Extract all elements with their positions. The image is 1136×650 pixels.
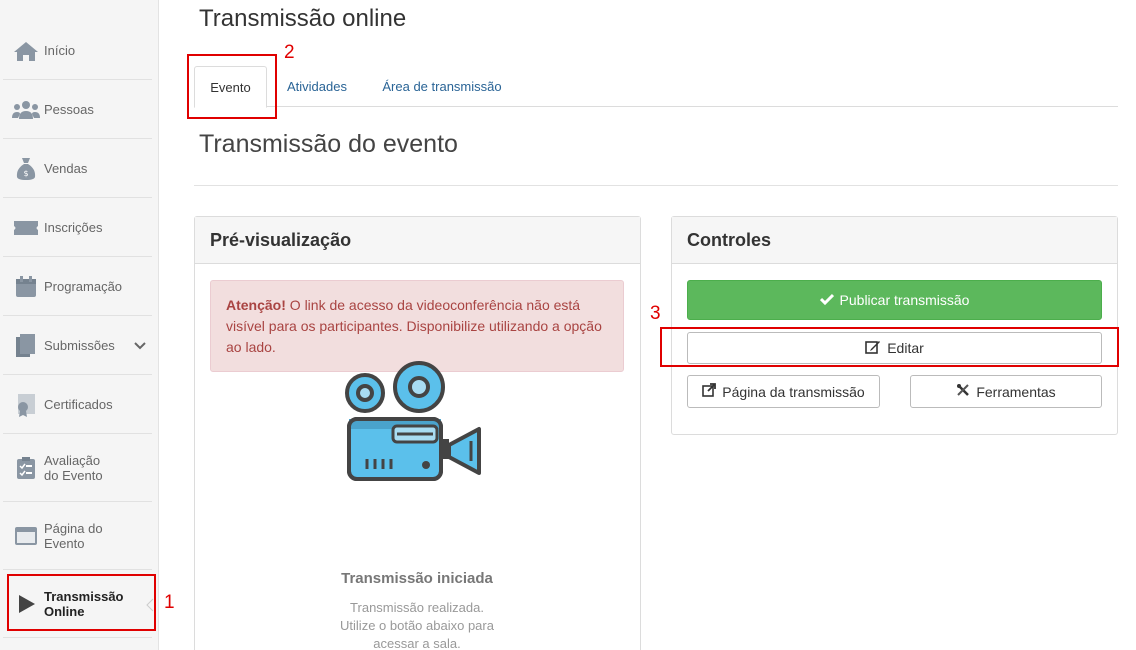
section-title: Transmissão do evento xyxy=(199,130,458,158)
annotation-label-2: 2 xyxy=(284,42,295,63)
sidebar-item-label: Vendas xyxy=(44,161,88,176)
check-icon xyxy=(819,292,834,308)
label-line-1: Avaliação xyxy=(44,453,101,468)
annotation-label-1: 1 xyxy=(164,592,175,613)
browser-window-icon xyxy=(11,521,41,551)
divider xyxy=(194,185,1118,186)
publish-button[interactable]: Publicar transmissão xyxy=(687,280,1102,320)
sidebar-item-label: Avaliação do Evento xyxy=(44,453,103,483)
certificate-icon xyxy=(11,390,41,420)
annotation-box-3 xyxy=(660,327,1119,367)
sidebar-item-certificados[interactable]: Certificados xyxy=(3,376,152,434)
chevron-down-icon[interactable] xyxy=(134,337,146,355)
status-description: Transmissão realizada. Utilize o botão a… xyxy=(195,599,639,650)
svg-text:$: $ xyxy=(23,169,28,178)
documents-icon xyxy=(11,331,41,361)
status-title: Transmissão iniciada xyxy=(341,570,493,587)
sidebar: Início Pessoas $ Vendas Inscrições Progr… xyxy=(0,0,159,650)
sidebar-item-label: Página do Evento xyxy=(44,521,103,551)
tab-atividades[interactable]: Atividades xyxy=(280,66,354,107)
transmission-page-button[interactable]: Página da transmissão xyxy=(687,375,880,408)
home-icon xyxy=(11,36,41,66)
alert-strong: Atenção! xyxy=(226,297,286,313)
annotation-box-2 xyxy=(187,54,277,119)
ticket-icon xyxy=(11,213,41,243)
checklist-icon xyxy=(11,453,41,483)
status-line-2: Utilize o botão abaixo para xyxy=(340,618,494,633)
status-line-1: Transmissão realizada. xyxy=(350,600,484,615)
sidebar-item-submissoes[interactable]: Submissões xyxy=(3,317,152,375)
label-line-2: do Evento xyxy=(44,468,103,483)
sidebar-item-pagina-evento[interactable]: Página do Evento xyxy=(3,503,152,570)
sidebar-item-inicio[interactable]: Início xyxy=(3,22,152,80)
tab-bar: Evento Atividades Área de transmissão xyxy=(194,66,1118,108)
publish-label: Publicar transmissão xyxy=(839,292,970,308)
sidebar-item-label: Programação xyxy=(44,279,123,294)
transmission-page-label: Página da transmissão xyxy=(722,383,865,400)
money-bag-icon: $ xyxy=(11,154,41,184)
status-line-3: acessar a sala. xyxy=(373,636,461,650)
annotation-label-3: 3 xyxy=(650,303,661,324)
sidebar-item-programacao[interactable]: Programação xyxy=(3,258,152,316)
sidebar-item-inscricoes[interactable]: Inscrições xyxy=(3,199,152,257)
tools-button[interactable]: Ferramentas xyxy=(910,375,1102,408)
sidebar-item-pessoas[interactable]: Pessoas xyxy=(3,81,152,139)
sidebar-item-label: Início xyxy=(44,43,76,58)
tab-area-transmissao[interactable]: Área de transmissão xyxy=(376,66,508,107)
tools-icon xyxy=(956,383,970,400)
calendar-icon xyxy=(11,272,41,302)
sidebar-item-label: Submissões xyxy=(44,338,115,353)
sidebar-item-label: Certificados xyxy=(44,397,113,412)
tools-label: Ferramentas xyxy=(976,383,1056,400)
sidebar-item-label: Inscrições xyxy=(44,220,103,235)
sidebar-item-avaliacao[interactable]: Avaliação do Evento xyxy=(3,435,152,502)
label-line-2: Evento xyxy=(44,536,85,551)
sidebar-item-label: Pessoas xyxy=(44,102,94,117)
page-title: Transmissão online xyxy=(199,5,407,32)
video-camera-icon xyxy=(345,361,487,487)
preview-panel: Pré-visualização Atenção! O link de aces… xyxy=(194,216,641,650)
label-line-1: Página do xyxy=(44,521,103,536)
sidebar-item-vendas[interactable]: $ Vendas xyxy=(3,140,152,198)
users-icon xyxy=(11,95,41,125)
annotation-box-1 xyxy=(7,574,156,631)
controls-panel-title: Controles xyxy=(672,217,1117,264)
preview-panel-title: Pré-visualização xyxy=(195,217,640,264)
warning-alert: Atenção! O link de acesso da videoconfer… xyxy=(210,280,624,372)
external-link-icon xyxy=(702,383,717,400)
